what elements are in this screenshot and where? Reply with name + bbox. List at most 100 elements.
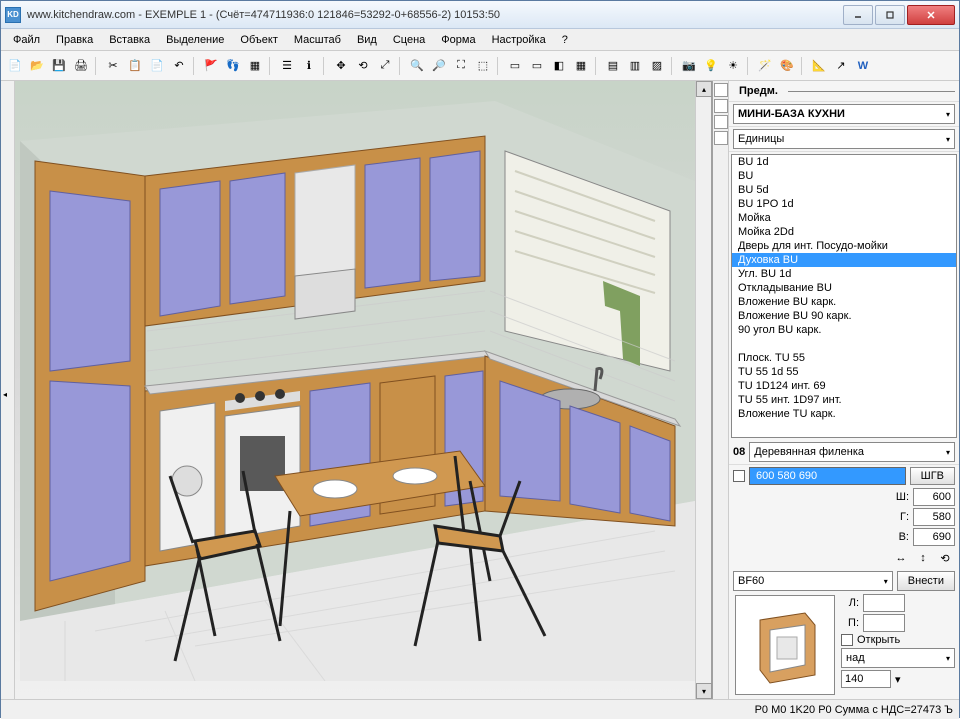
list-item[interactable]: Откладывание BU [732, 281, 956, 295]
preview-thumbnail [735, 595, 835, 695]
list-item[interactable]: Духовка BU [732, 253, 956, 267]
info-icon[interactable]: ℹ [299, 56, 319, 76]
dims-checkbox[interactable] [733, 470, 745, 482]
print-icon[interactable]: 🖨 [71, 56, 91, 76]
insert-button[interactable]: Внести [897, 571, 955, 591]
list-icon[interactable]: ☰ [277, 56, 297, 76]
close-button[interactable] [907, 5, 955, 25]
undo-icon[interactable]: ↶ [169, 56, 189, 76]
list-item[interactable] [732, 337, 956, 351]
list-item[interactable]: Вложение TU карк. [732, 407, 956, 421]
open-checkbox[interactable] [841, 634, 853, 646]
list-item[interactable] [732, 421, 956, 435]
list-item[interactable]: Плоск. TU 55 [732, 351, 956, 365]
move-icon[interactable]: ✥ [331, 56, 351, 76]
list-item[interactable]: Мойка [732, 211, 956, 225]
menu-settings[interactable]: Настройка [484, 32, 554, 48]
units-combo[interactable]: Единицы▾ [733, 129, 955, 149]
list-item[interactable]: 90 угол BU карк. [732, 323, 956, 337]
menu-file[interactable]: Файл [5, 32, 48, 48]
view-3d-icon[interactable]: ◧ [549, 56, 569, 76]
zoom-out-icon[interactable]: 🔎 [429, 56, 449, 76]
over-combo[interactable]: над▾ [841, 648, 955, 668]
items-listbox[interactable]: BU 1dBUBU 5dBU 1PO 1dМойкаМойка 2DdДверь… [731, 154, 957, 438]
list-item[interactable]: TU 1D124 инт. 69 [732, 379, 956, 393]
menu-form[interactable]: Форма [433, 32, 483, 48]
menu-selection[interactable]: Выделение [158, 32, 232, 48]
sun-icon[interactable]: ☀ [723, 56, 743, 76]
p-input[interactable] [863, 614, 905, 632]
menu-edit[interactable]: Правка [48, 32, 101, 48]
l-input[interactable] [863, 594, 905, 612]
left-strip[interactable]: ◂ [1, 81, 15, 699]
offset-input[interactable] [841, 670, 891, 688]
menu-object[interactable]: Объект [232, 32, 285, 48]
depth-input[interactable] [913, 508, 955, 526]
grid-icon[interactable]: ▦ [245, 56, 265, 76]
flag-icon[interactable]: 🚩 [201, 56, 221, 76]
list-item[interactable]: Угл. BU 1d [732, 267, 956, 281]
flip-h-icon[interactable]: ↔ [891, 548, 911, 568]
side-tool-4[interactable] [714, 131, 728, 145]
side-tool-1[interactable] [714, 83, 728, 97]
list-item[interactable]: Мойка 2Dd [732, 225, 956, 239]
cut-icon[interactable]: ✂ [103, 56, 123, 76]
light-icon[interactable]: 💡 [701, 56, 721, 76]
copy-icon[interactable]: 📋 [125, 56, 145, 76]
rotate-icon[interactable]: ⟲ [353, 56, 373, 76]
maximize-button[interactable] [875, 5, 905, 25]
camera-icon[interactable]: 📷 [679, 56, 699, 76]
render-icon[interactable]: 🎨 [777, 56, 797, 76]
material-combo[interactable]: Деревянная филенка▾ [749, 442, 955, 462]
catalog-combo[interactable]: МИНИ-БАЗА КУХНИ▾ [733, 104, 955, 124]
code-combo[interactable]: BF60▾ [733, 571, 893, 591]
save-icon[interactable]: 💾 [49, 56, 69, 76]
width-input[interactable] [913, 488, 955, 506]
viewport-3d[interactable] [15, 81, 695, 699]
list-item[interactable]: BU 1PO 1d [732, 197, 956, 211]
menu-insert[interactable]: Вставка [101, 32, 158, 48]
minimize-button[interactable] [843, 5, 873, 25]
side-tool-3[interactable] [714, 115, 728, 129]
view-front-icon[interactable]: ▭ [527, 56, 547, 76]
arrow-icon[interactable]: ↗ [831, 56, 851, 76]
list-item[interactable]: Дверь для инт. Посудо-мойки [732, 239, 956, 253]
list-item[interactable]: BU 1d [732, 155, 956, 169]
view-top-icon[interactable]: ▭ [505, 56, 525, 76]
list-item[interactable]: Вложение BU 90 карк. [732, 309, 956, 323]
texture-icon[interactable]: ▨ [647, 56, 667, 76]
menu-view[interactable]: Вид [349, 32, 385, 48]
viewport-scrollbar-v[interactable]: ▴▾ [695, 81, 711, 699]
menu-scale[interactable]: Масштаб [286, 32, 349, 48]
menu-scene[interactable]: Сцена [385, 32, 433, 48]
flip-v-icon[interactable]: ↕ [913, 548, 933, 568]
layer2-icon[interactable]: ▥ [625, 56, 645, 76]
word-icon[interactable]: W [853, 56, 873, 76]
wand-icon[interactable]: 🪄 [755, 56, 775, 76]
layer-icon[interactable]: ▤ [603, 56, 623, 76]
zoom-window-icon[interactable]: ⬚ [473, 56, 493, 76]
status-right: P0 M0 1K20 P0 Сумма с НДС=27473 Ъ [755, 704, 953, 716]
new-file-icon[interactable]: 📄 [5, 56, 25, 76]
view-wire-icon[interactable]: ▦ [571, 56, 591, 76]
list-item[interactable]: TU 55 инт. 1D97 инт. [732, 393, 956, 407]
dim-icon[interactable]: 📐 [809, 56, 829, 76]
zoom-in-icon[interactable]: 🔍 [407, 56, 427, 76]
list-item[interactable]: BU 5d [732, 183, 956, 197]
height-input[interactable] [913, 528, 955, 546]
track-icon[interactable]: 👣 [223, 56, 243, 76]
list-item[interactable]: Вложение BU карк. [732, 295, 956, 309]
menu-help[interactable]: ? [554, 32, 576, 48]
list-item[interactable]: TU 55 1d 55 [732, 365, 956, 379]
dimensions-display: 600 580 690 [749, 467, 906, 485]
w-label: Ш: [891, 491, 909, 503]
rotate-icon-2[interactable]: ⟲ [935, 548, 955, 568]
paste-icon[interactable]: 📄 [147, 56, 167, 76]
zoom-fit-icon[interactable]: ⛶ [451, 56, 471, 76]
list-item[interactable]: WU [732, 435, 956, 438]
open-file-icon[interactable]: 📂 [27, 56, 47, 76]
scale-icon[interactable]: ⤢ [375, 56, 395, 76]
shgv-button[interactable]: ШГВ [910, 467, 955, 485]
side-tool-2[interactable] [714, 99, 728, 113]
list-item[interactable]: BU [732, 169, 956, 183]
